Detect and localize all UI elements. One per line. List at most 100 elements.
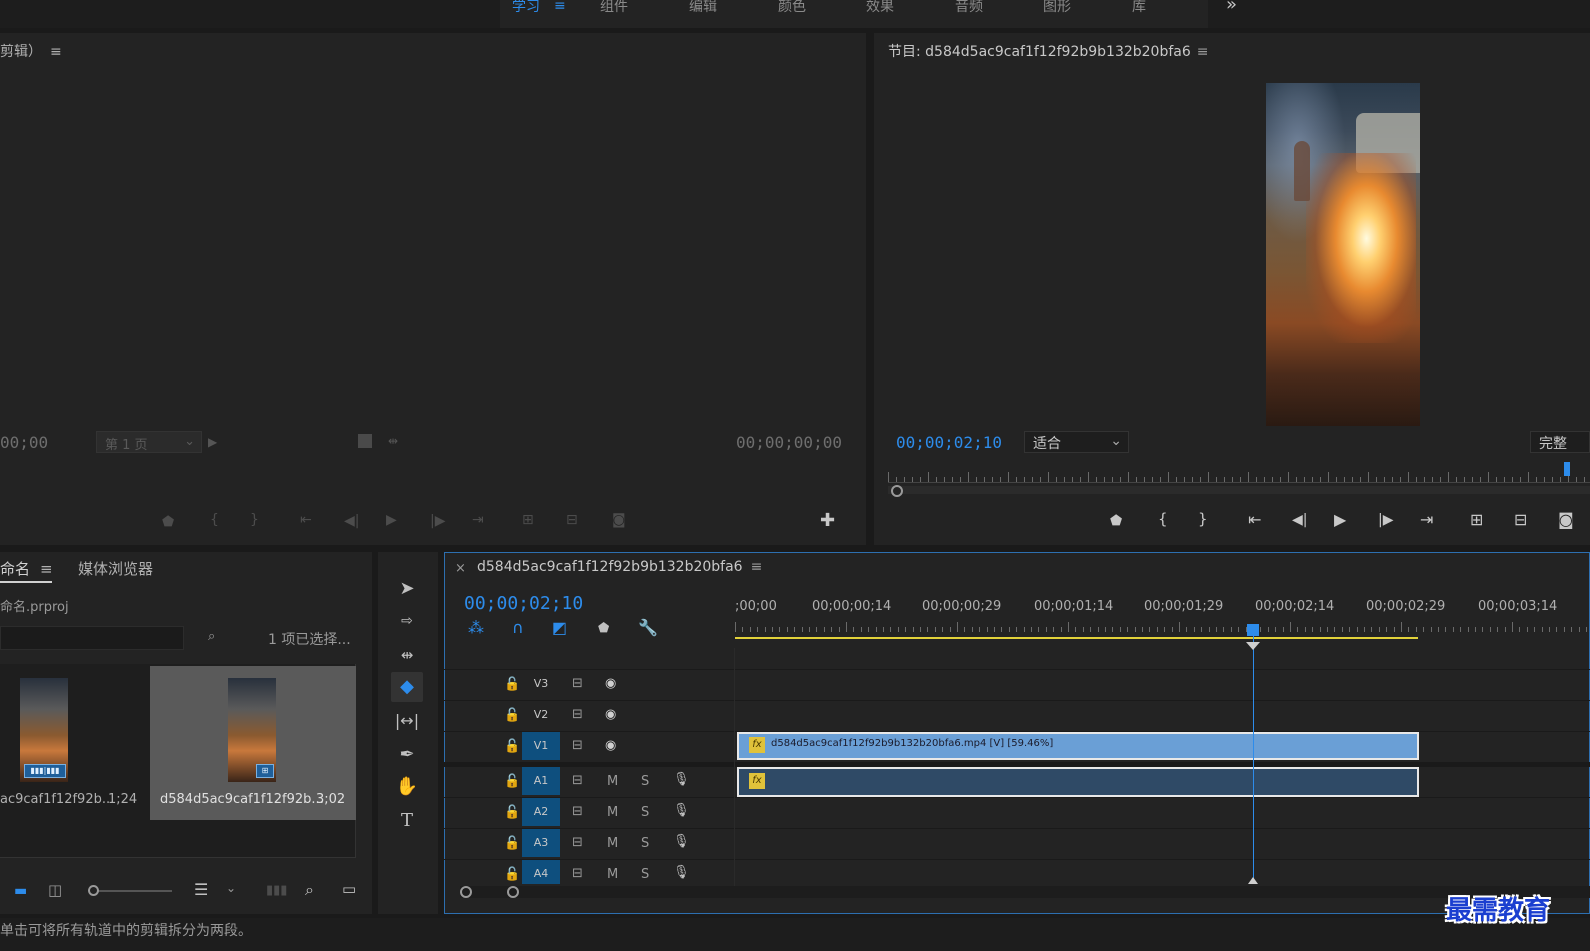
source-monitor-title[interactable]: 剪辑） ≡ bbox=[0, 41, 62, 61]
mark-in-icon[interactable]: { bbox=[210, 513, 219, 527]
mark-out-icon[interactable]: } bbox=[250, 513, 259, 527]
workspace-menu-icon[interactable]: ≡ bbox=[554, 0, 566, 14]
video-clip[interactable]: fx d584d5ac9caf1f12f92b9b132b20bfa6.mp4 … bbox=[737, 732, 1419, 760]
audio-clip[interactable]: fx bbox=[737, 767, 1419, 797]
workspace-tab-libraries[interactable]: 库 bbox=[1132, 0, 1146, 16]
tab-project[interactable]: 命名 ≡ bbox=[0, 558, 53, 579]
razor-tool-icon[interactable]: ◆ bbox=[391, 672, 423, 702]
lock-icon[interactable]: 🔓 bbox=[504, 677, 520, 692]
pen-tool-icon[interactable]: ✒ bbox=[391, 740, 423, 770]
automate-icon[interactable]: ▮▮▮ bbox=[266, 884, 287, 897]
mark-out-icon[interactable]: } bbox=[1198, 512, 1208, 527]
linked-selection-icon[interactable]: ◩ bbox=[552, 620, 567, 636]
program-timecode[interactable]: 00;00;02;10 bbox=[896, 433, 1002, 452]
slip-tool-icon[interactable]: |↔| bbox=[391, 706, 423, 736]
lift-icon[interactable]: ⊞ bbox=[1470, 512, 1483, 528]
microphone-icon[interactable]: 🎙 bbox=[673, 834, 690, 849]
toggle-sync-icon[interactable]: ⊟ bbox=[572, 676, 583, 691]
quality-select[interactable]: 完整 bbox=[1530, 431, 1590, 453]
export-frame-icon[interactable]: ◙ bbox=[1558, 512, 1574, 528]
lock-icon[interactable]: 🔓 bbox=[504, 836, 520, 851]
track-select-tool-icon[interactable]: ⇨ bbox=[391, 606, 423, 636]
sequence-tab[interactable]: d584d5ac9caf1f12f92b9b132b20bfa6 ≡ bbox=[477, 559, 762, 575]
insert-icon[interactable]: ⊞ bbox=[522, 513, 534, 527]
step-forward-icon[interactable]: |▶ bbox=[1378, 513, 1393, 527]
step-back-icon[interactable]: ◀| bbox=[344, 514, 359, 528]
solo-button[interactable]: S bbox=[641, 805, 649, 820]
panel-menu-icon[interactable]: ≡ bbox=[50, 44, 62, 60]
panel-menu-icon[interactable]: ≡ bbox=[40, 560, 53, 578]
mute-button[interactable]: M bbox=[607, 836, 618, 851]
list-view-icon[interactable]: ▬ bbox=[14, 884, 27, 898]
workspace-tab-editing[interactable]: 编辑 bbox=[689, 0, 717, 16]
next-page-icon[interactable]: ▶ bbox=[208, 436, 217, 448]
lock-icon[interactable]: 🔓 bbox=[504, 774, 520, 789]
overwrite-icon[interactable]: ⊟ bbox=[566, 513, 578, 527]
timeline-zoom-bar[interactable] bbox=[460, 886, 1590, 898]
icon-view-icon[interactable]: ◫ bbox=[48, 883, 62, 898]
solo-button[interactable]: S bbox=[641, 774, 649, 789]
microphone-icon[interactable]: 🎙 bbox=[673, 803, 690, 818]
timeline-ruler[interactable]: ;00;00 00;00;00;14 00;00;00;29 00;00;01;… bbox=[735, 596, 1590, 642]
toggle-sync-icon[interactable]: ⊟ bbox=[572, 707, 583, 722]
tab-media-browser[interactable]: 媒体浏览器 bbox=[78, 558, 153, 579]
fx-badge[interactable]: fx bbox=[749, 773, 765, 789]
zoom-slider[interactable] bbox=[92, 890, 172, 892]
work-area-bar[interactable] bbox=[735, 637, 1418, 639]
more-workspaces-icon[interactable]: » bbox=[1226, 0, 1237, 15]
panel-menu-icon[interactable]: ≡ bbox=[1197, 44, 1209, 60]
snap-magnet-icon[interactable]: ∩ bbox=[512, 620, 524, 636]
lock-icon[interactable]: 🔓 bbox=[504, 739, 520, 754]
track-label-v1[interactable]: V1 bbox=[522, 732, 560, 760]
go-to-in-icon[interactable]: ⇤ bbox=[300, 513, 312, 527]
page-select[interactable]: 第 1 页 ⌄ bbox=[96, 431, 202, 453]
toggle-sync-icon[interactable]: ⊟ bbox=[572, 804, 583, 819]
track-label-a2[interactable]: A2 bbox=[522, 798, 560, 826]
mark-in-icon[interactable]: { bbox=[1158, 512, 1168, 527]
zoom-right-handle-icon[interactable] bbox=[507, 886, 519, 898]
add-button-icon[interactable]: ✚ bbox=[820, 512, 835, 530]
wrench-icon[interactable]: 🔧 bbox=[638, 620, 658, 636]
zoom-slider-handle-icon[interactable] bbox=[88, 885, 99, 896]
track-label-v2[interactable]: V2 bbox=[522, 701, 560, 729]
toggle-sync-icon[interactable]: ⊟ bbox=[572, 773, 583, 788]
insert-settings-icon[interactable] bbox=[358, 434, 372, 448]
chevron-down-icon[interactable]: ⌄ bbox=[226, 882, 236, 894]
solo-button[interactable]: S bbox=[641, 836, 649, 851]
play-icon[interactable]: ▶ bbox=[386, 513, 397, 527]
workspace-tab-effects[interactable]: 效果 bbox=[866, 0, 894, 16]
play-icon[interactable]: ▶ bbox=[1334, 512, 1346, 528]
search-icon[interactable]: ⌕ bbox=[305, 882, 314, 898]
camera-icon[interactable]: ◙ bbox=[612, 513, 626, 527]
eye-icon[interactable]: ◉ bbox=[605, 738, 616, 753]
selection-tool-icon[interactable]: ➤ bbox=[391, 574, 423, 604]
lock-icon[interactable]: 🔓 bbox=[504, 867, 520, 882]
project-item-selected[interactable]: ⊞ d584d5ac9caf1f12f92b... 3;02 bbox=[150, 666, 356, 820]
track-label-a4[interactable]: A4 bbox=[522, 860, 560, 884]
hand-tool-icon[interactable]: ✋ bbox=[391, 772, 423, 802]
ripple-edit-tool-icon[interactable]: ⇹ bbox=[391, 640, 423, 670]
go-to-in-icon[interactable]: ⇤ bbox=[1248, 512, 1261, 528]
panel-menu-icon[interactable]: ≡ bbox=[751, 559, 763, 575]
go-to-out-icon[interactable]: ⇥ bbox=[472, 513, 484, 527]
program-monitor-title[interactable]: 节目: d584d5ac9caf1f12f92b9b132b20bfa6 ≡ bbox=[888, 41, 1209, 61]
workspace-tab-color[interactable]: 颜色 bbox=[778, 0, 806, 16]
playhead-line[interactable] bbox=[1253, 636, 1254, 884]
search-input[interactable] bbox=[0, 626, 184, 650]
add-marker-icon[interactable]: ⬟ bbox=[162, 515, 174, 529]
program-video-frame[interactable] bbox=[1266, 83, 1420, 426]
add-marker-icon[interactable]: ⬟ bbox=[598, 622, 609, 635]
source-timecode-left[interactable]: 00;00 bbox=[0, 433, 48, 452]
workspace-tab-assembly[interactable]: 组件 bbox=[600, 0, 628, 16]
workspace-tab-learn[interactable]: 学习 ≡ bbox=[512, 0, 566, 16]
playhead-handle[interactable] bbox=[1247, 624, 1259, 636]
project-item[interactable]: ▮▮▮|▮▮▮ ac9caf1f12f92b... 1;24 bbox=[0, 666, 148, 820]
go-to-out-icon[interactable]: ⇥ bbox=[1420, 512, 1433, 528]
solo-button[interactable]: S bbox=[641, 867, 649, 882]
zoom-handle-icon[interactable] bbox=[891, 485, 903, 497]
eye-icon[interactable]: ◉ bbox=[605, 707, 616, 722]
mute-button[interactable]: M bbox=[607, 867, 618, 882]
fx-badge[interactable]: fx bbox=[749, 737, 765, 753]
fit-select[interactable]: 适合 ⌄ bbox=[1024, 431, 1129, 453]
toggle-sync-icon[interactable]: ⊟ bbox=[572, 738, 583, 753]
